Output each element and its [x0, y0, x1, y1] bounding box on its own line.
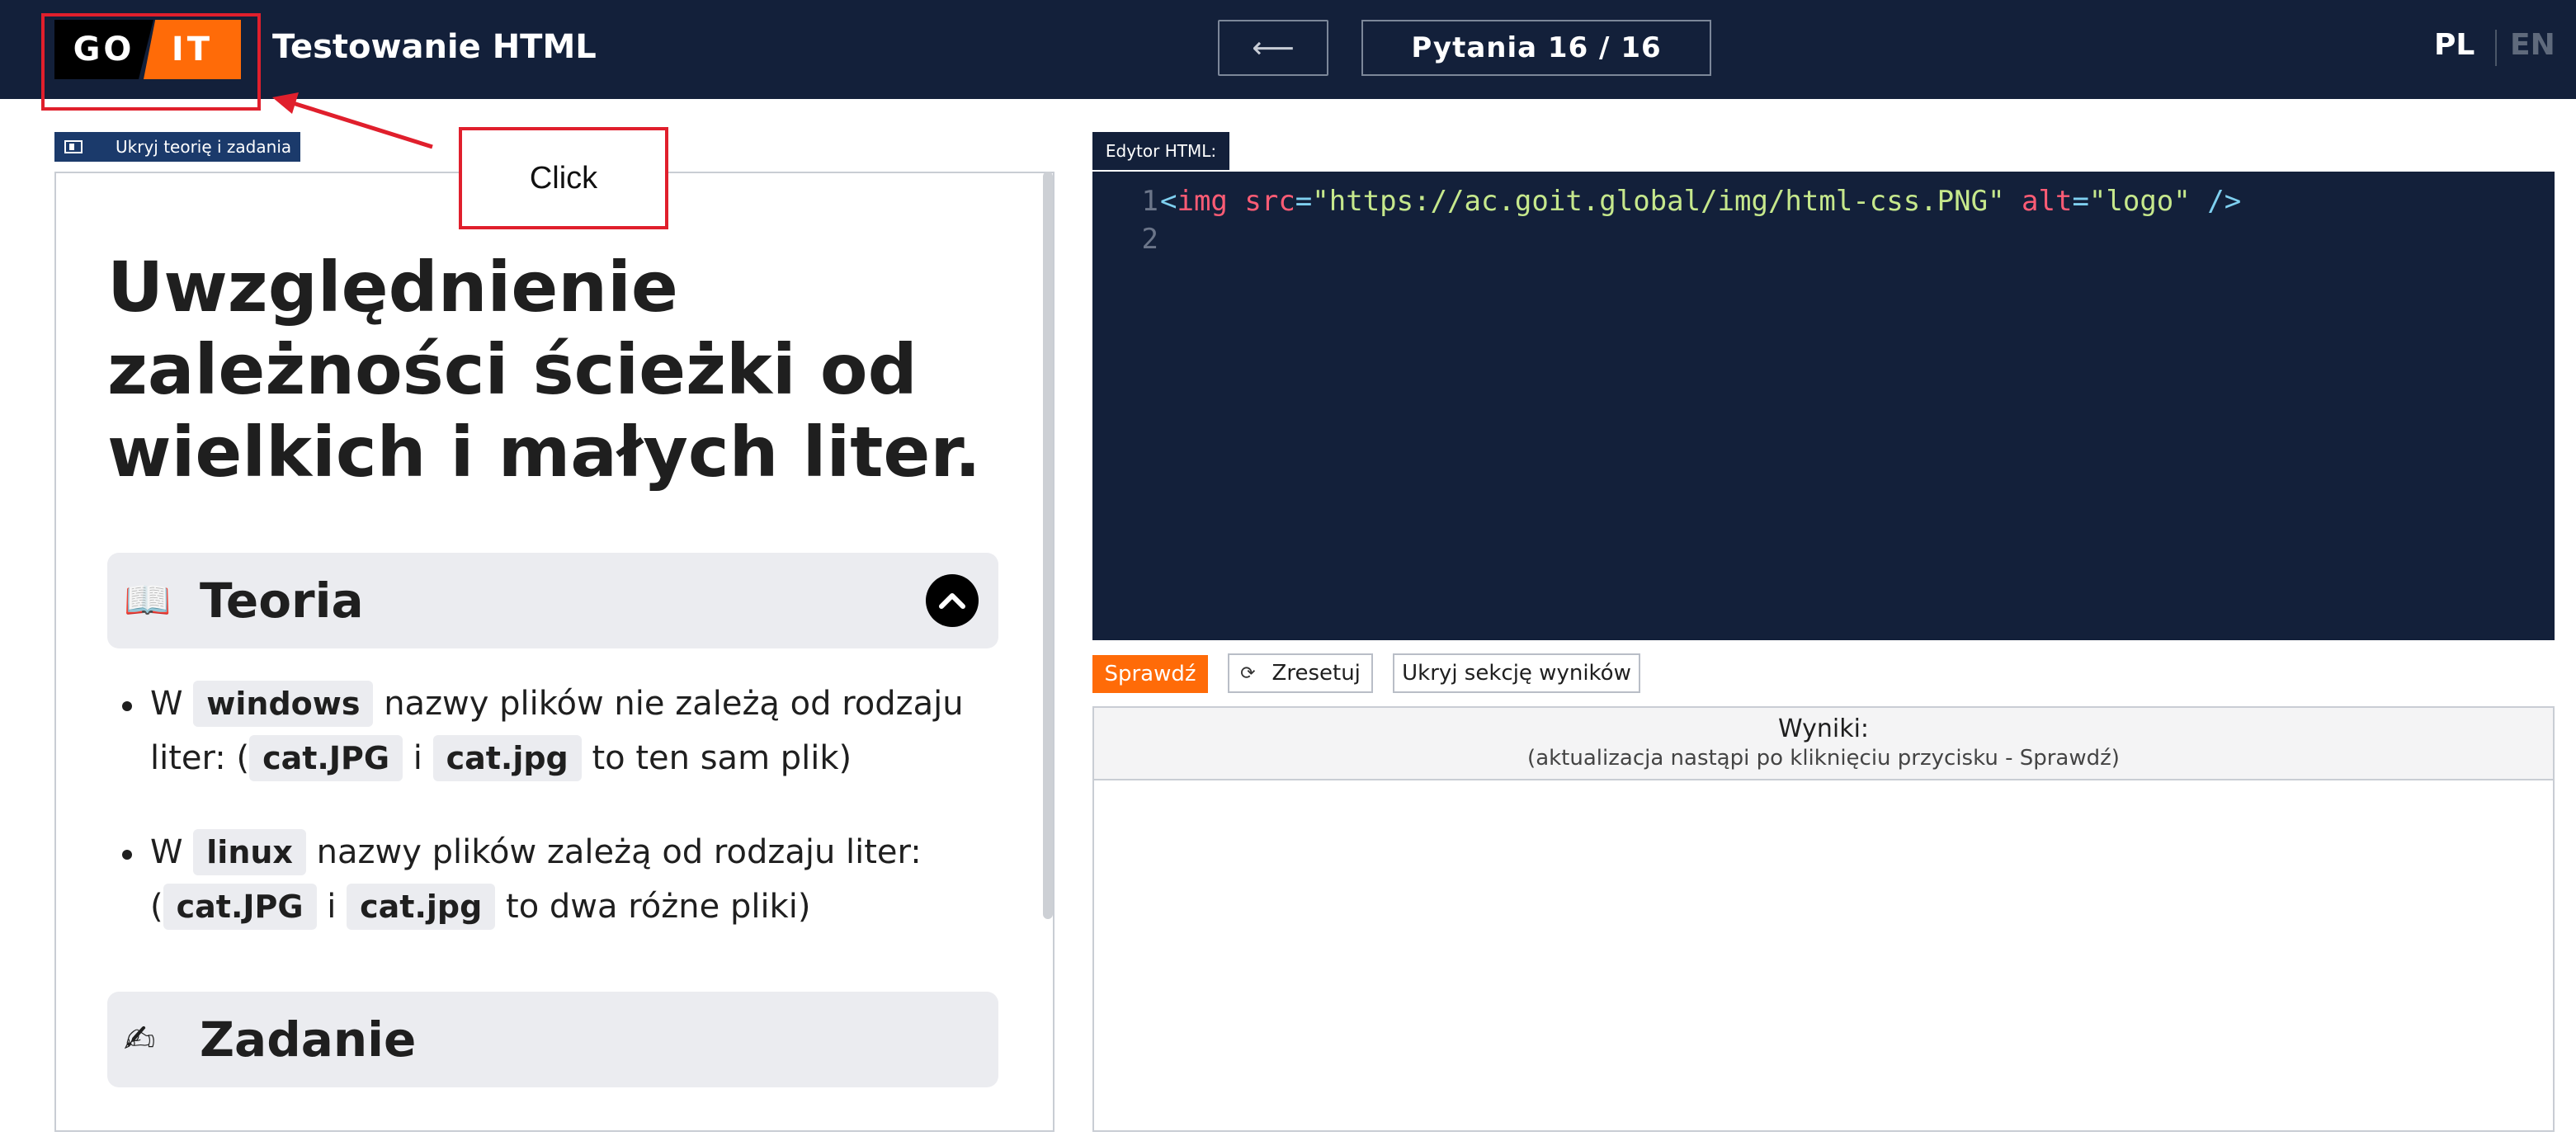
lesson-title: Uwzględnienie zależności ścieżki od wiel…: [107, 246, 1015, 493]
task-section-header[interactable]: ✍ Zadanie: [107, 992, 998, 1087]
collapse-theory-button[interactable]: [926, 574, 979, 627]
code-token: =: [2072, 185, 2089, 218]
lesson-title-line: wielkich i małych liter.: [107, 412, 981, 493]
text: i: [316, 888, 347, 926]
previous-question-button[interactable]: ⟵: [1218, 20, 1328, 76]
arrow-left-icon: ⟵: [1252, 31, 1295, 65]
chevron-up-icon: [939, 593, 965, 609]
code-token: <: [1160, 185, 1177, 218]
code-token: src: [1227, 185, 1295, 218]
text: W: [150, 833, 194, 871]
refresh-icon: ⟳: [1240, 662, 1256, 684]
book-icon: 📖: [124, 578, 172, 622]
lang-divider: [2495, 30, 2497, 66]
task-section-title: Zadanie: [200, 1011, 417, 1068]
writing-hand-icon: ✍: [124, 1016, 156, 1061]
code-token: />: [2190, 185, 2242, 218]
text: W: [150, 685, 194, 723]
hide-theory-label: Ukryj teorię i zadania: [116, 137, 292, 157]
line-number: 2: [1141, 223, 1158, 256]
check-button[interactable]: Sprawdź: [1092, 655, 1208, 693]
annotation-highlight-box: [41, 13, 261, 111]
app-title: Testowanie HTML: [272, 28, 597, 66]
theory-scrollbar[interactable]: [1043, 172, 1053, 919]
hide-results-button[interactable]: Ukryj sekcję wyników: [1393, 653, 1640, 693]
code-token: img: [1177, 185, 1228, 218]
results-title: Wyniki:: [1777, 714, 1870, 743]
lesson-title-line: zależności ścieżki od: [107, 329, 918, 410]
results-header: Wyniki: (aktualizacja nastąpi po kliknię…: [1094, 708, 2553, 780]
results-panel: Wyniki: (aktualizacja nastąpi po kliknię…: [1092, 706, 2555, 1132]
editor-tab[interactable]: Edytor HTML:: [1092, 132, 1229, 170]
inline-code: windows: [193, 681, 374, 727]
text: nazwy plików zależą od rodzaju liter:: [305, 833, 922, 871]
code-token: "logo": [2088, 185, 2191, 218]
theory-section-title: Teoria: [200, 573, 364, 629]
hide-theory-button[interactable]: Ukryj teorię i zadania: [54, 132, 300, 162]
inline-code: cat.JPG: [249, 735, 403, 781]
text: liter: (: [150, 739, 250, 777]
inline-code: cat.JPG: [163, 884, 317, 930]
top-header: GO IT Testowanie HTML ⟵ Pytania 16 / 16 …: [0, 0, 2576, 99]
bullet-icon: [122, 850, 132, 860]
theory-section-header[interactable]: 📖 Teoria: [107, 553, 998, 648]
text: to dwa różne pliki): [495, 888, 811, 926]
lang-pl-option[interactable]: PL: [2434, 28, 2475, 62]
lesson-title-line: Uwzględnienie: [107, 247, 678, 328]
line-number: 1: [1141, 185, 1158, 218]
theory-panel[interactable]: Uwzględnienie zależności ścieżki od wiel…: [54, 172, 1054, 1132]
code-token: =: [1295, 185, 1313, 218]
reset-label: Zresetuj: [1271, 661, 1361, 686]
panel-toggle-icon: [64, 140, 83, 153]
inline-code: cat.jpg: [432, 735, 582, 781]
annotation-click-label: Click: [459, 127, 668, 229]
lang-en-option[interactable]: EN: [2510, 28, 2555, 62]
code-token: alt: [2004, 185, 2073, 218]
text: to ten sam plik): [581, 739, 852, 777]
code-text[interactable]: <img src="https://ac.goit.global/img/htm…: [1160, 185, 2241, 218]
bullet-icon: [122, 701, 132, 711]
inline-code: linux: [193, 829, 306, 875]
text: nazwy plików nie zależą od rodzaju: [373, 685, 964, 723]
text: i: [403, 739, 433, 777]
html-editor[interactable]: 1 <img src="https://ac.goit.global/img/ht…: [1092, 172, 2555, 640]
code-token: "https://ac.goit.global/img/html-css.PNG…: [1312, 185, 2005, 218]
text: (: [150, 888, 163, 926]
inline-code: cat.jpg: [347, 884, 496, 930]
results-subtitle: (aktualizacja nastąpi po kliknięciu przy…: [1527, 746, 2120, 771]
reset-button[interactable]: ⟳ Zresetuj: [1228, 653, 1373, 693]
question-counter[interactable]: Pytania 16 / 16: [1361, 20, 1711, 76]
